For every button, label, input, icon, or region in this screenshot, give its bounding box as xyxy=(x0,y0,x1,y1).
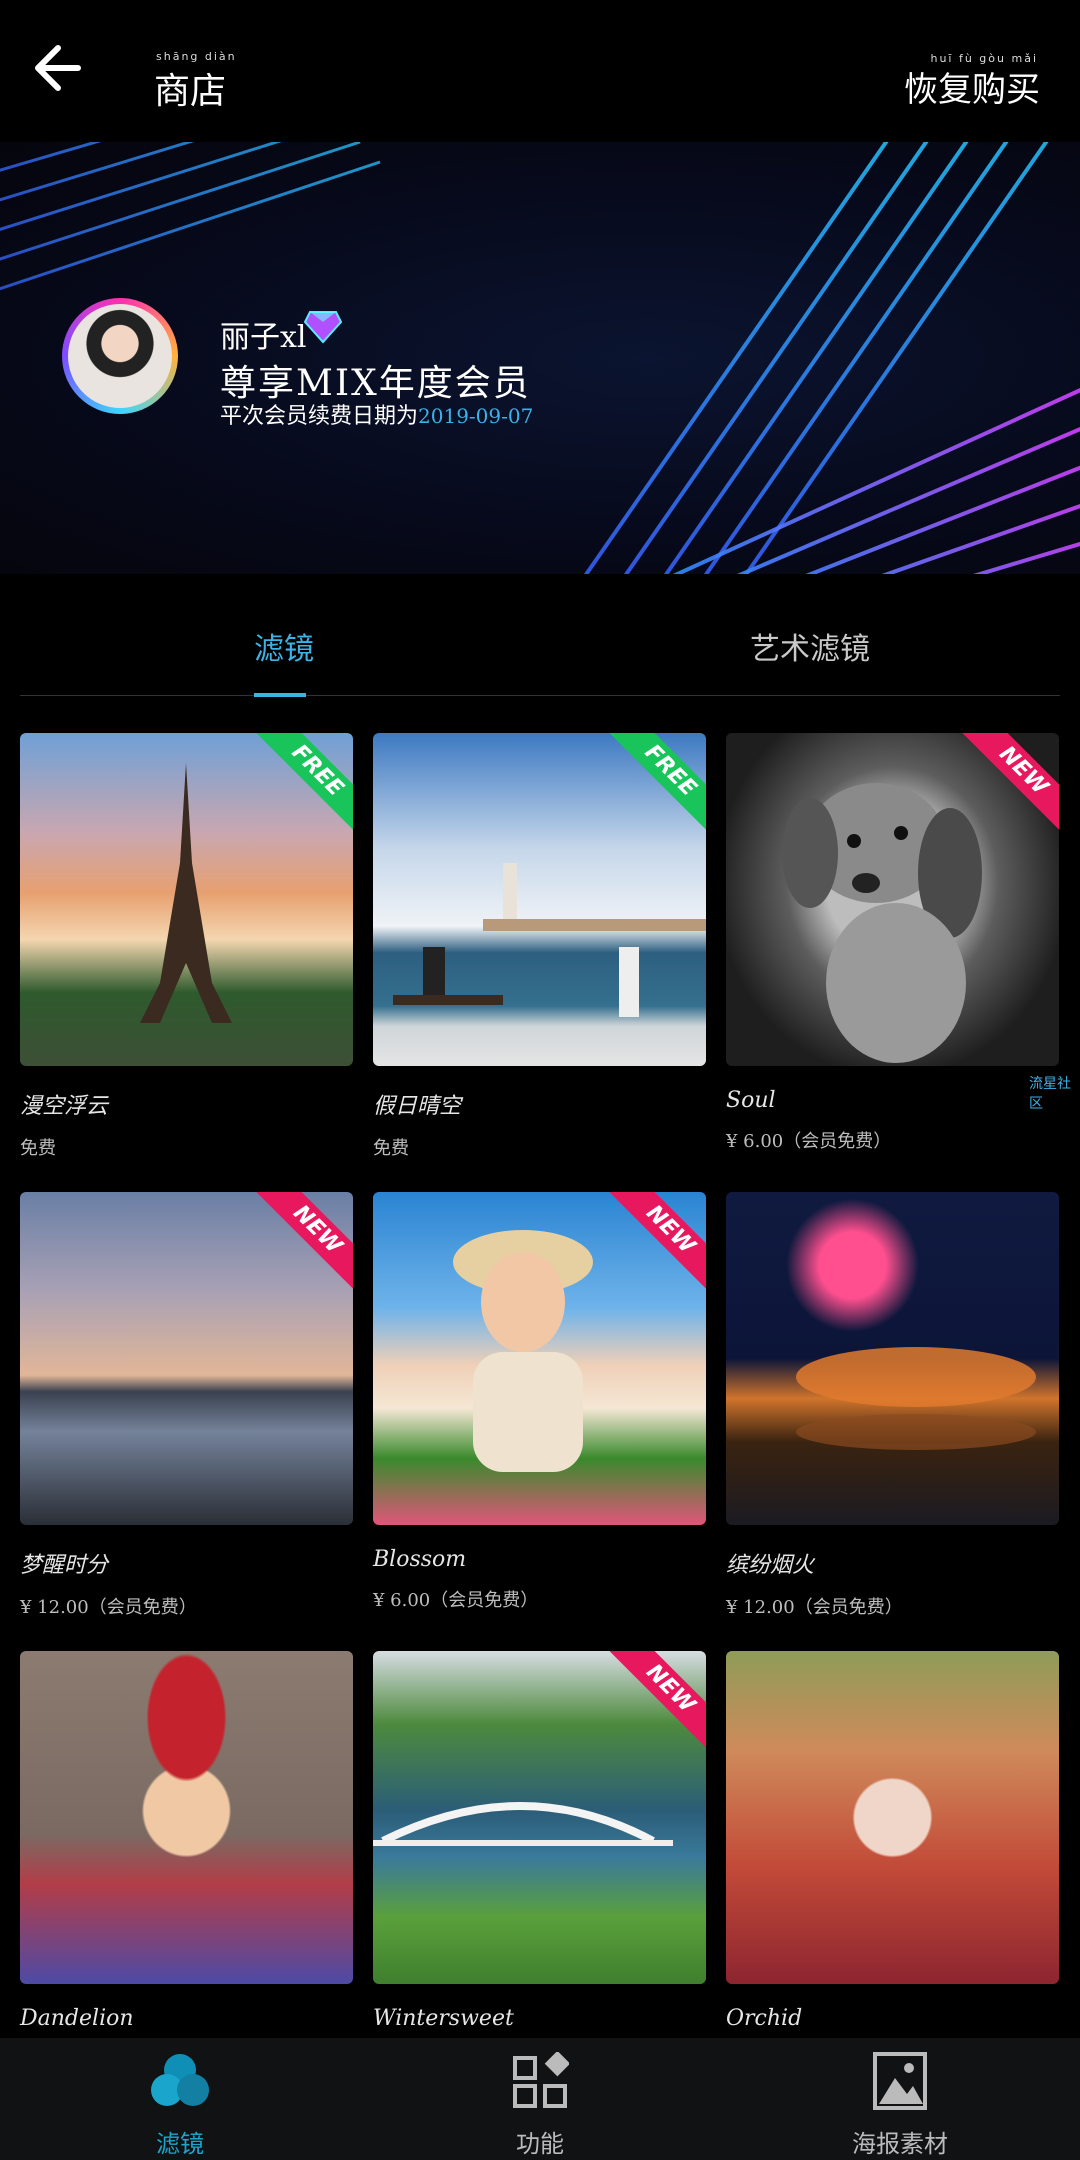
filter-price: ¥ 12.00（会员免费） xyxy=(726,1597,903,1618)
woman-hat-image xyxy=(453,1230,593,1472)
filter-price: 免费 xyxy=(373,1138,409,1159)
eiffel-tower-image xyxy=(140,763,232,1023)
poster-icon xyxy=(873,2052,927,2110)
filter-card[interactable]: 缤纷烟火 ¥ 12.00（会员免费） xyxy=(726,1192,1059,1619)
filter-card[interactable]: NEW Wintersweet xyxy=(373,1651,706,2031)
filters-icon xyxy=(151,2054,209,2106)
filter-price: 免费 xyxy=(20,1138,56,1159)
filter-title: Dandelion xyxy=(20,2006,134,2031)
filter-thumbnail: NEW xyxy=(373,1192,706,1525)
filter-thumbnail xyxy=(726,1192,1059,1525)
filter-title: Orchid xyxy=(726,2006,803,2031)
filter-price: ¥ 6.00（会员免费） xyxy=(373,1590,539,1611)
top-bar: shāng diàn 商店 huī fù gòu mǎi 恢复购买 xyxy=(0,0,1080,142)
filter-card[interactable]: Dandelion xyxy=(20,1651,353,2031)
pier-image xyxy=(393,863,706,1017)
nav-label: 海报素材 xyxy=(852,2130,948,2158)
filter-price: ¥ 6.00（会员免费） xyxy=(726,1131,892,1152)
filter-title: 缤纷烟火 xyxy=(726,1553,815,1578)
member-banner: 丽子xl 尊享MIX年度会员 平次会员续费日期为2019-09-07 xyxy=(0,142,1080,574)
stadium-fireworks-image xyxy=(796,1347,1036,1450)
features-icon xyxy=(513,2050,571,2108)
page-title: 商店 xyxy=(154,71,227,112)
filter-card[interactable]: NEW Soul ¥ 6.00（会员免费） xyxy=(726,733,1059,1153)
filter-thumbnail: FREE xyxy=(20,733,353,1066)
restore-purchase-button[interactable]: 恢复购买 xyxy=(904,62,1040,111)
filter-card[interactable]: NEW Blossom ¥ 6.00（会员免费） xyxy=(373,1192,706,1612)
filter-title: 假日晴空 xyxy=(373,1094,462,1119)
bridge-image xyxy=(373,1802,673,1846)
filter-title: Soul xyxy=(726,1088,776,1113)
filter-title: Wintersweet xyxy=(373,2006,514,2031)
watermark-text: 流星社区 xyxy=(1029,1076,1071,1112)
nav-posters[interactable]: 海报素材 xyxy=(800,2052,1000,2159)
expiry-date: 2019-09-07 xyxy=(418,404,534,428)
new-badge: NEW xyxy=(256,1192,353,1291)
active-tab-indicator xyxy=(254,693,306,697)
nav-label: 功能 xyxy=(516,2130,564,2158)
tab-filters[interactable]: 滤镜 xyxy=(254,624,314,668)
filter-thumbnail: NEW xyxy=(373,1651,706,1984)
username: 丽子xl xyxy=(220,320,307,355)
filter-title: Blossom xyxy=(373,1547,467,1572)
filter-thumbnail: FREE xyxy=(373,733,706,1066)
filter-title: 漫空浮云 xyxy=(20,1094,109,1119)
filter-card[interactable]: Orchid xyxy=(726,1651,1059,2031)
filter-card[interactable]: FREE 假日晴空 免费 xyxy=(373,733,706,1160)
back-arrow-icon[interactable] xyxy=(30,38,86,98)
nav-features[interactable]: 功能 xyxy=(440,2050,640,2159)
filter-thumbnail xyxy=(726,1651,1059,1984)
filter-card[interactable]: NEW 梦醒时分 ¥ 12.00（会员免费） xyxy=(20,1192,353,1619)
nav-label: 滤镜 xyxy=(156,2130,204,2158)
filter-card[interactable]: FREE 漫空浮云 免费 xyxy=(20,733,353,1160)
expiry-label: 平次会员续费日期为 xyxy=(220,404,419,429)
avatar[interactable] xyxy=(62,298,178,414)
bottom-nav: 滤镜 功能 海报素材 xyxy=(0,2038,1080,2160)
filter-thumbnail: NEW xyxy=(726,733,1059,1066)
tab-art-filters[interactable]: 艺术滤镜 xyxy=(750,624,870,668)
dog-image xyxy=(782,783,982,1063)
category-tabs: 滤镜 艺术滤镜 xyxy=(20,574,1060,697)
diamond-vip-icon xyxy=(304,311,342,344)
filter-thumbnail xyxy=(20,1651,353,1984)
expiry-text: 平次会员续费日期为2019-09-07 xyxy=(220,398,533,430)
filter-price: ¥ 12.00（会员免费） xyxy=(20,1597,197,1618)
filter-thumbnail: NEW xyxy=(20,1192,353,1525)
nav-filters[interactable]: 滤镜 xyxy=(80,2052,280,2159)
filter-title: 梦醒时分 xyxy=(20,1553,109,1578)
